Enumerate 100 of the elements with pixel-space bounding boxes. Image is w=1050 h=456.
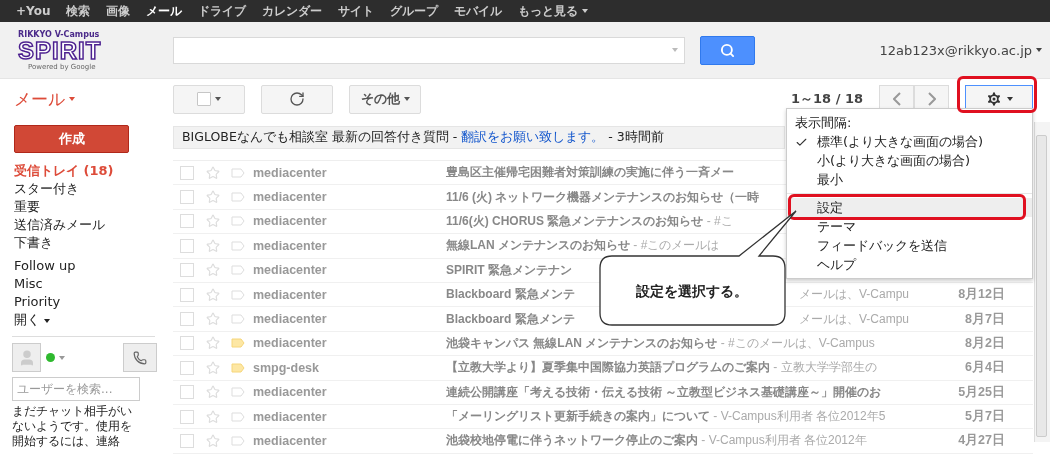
- star-icon[interactable]: [206, 238, 220, 253]
- nav-link[interactable]: サイト: [330, 2, 383, 20]
- star-icon[interactable]: [206, 385, 220, 400]
- sender-text: mediacenter: [253, 287, 328, 302]
- label-link[interactable]: Priority: [14, 293, 157, 311]
- row-checkbox[interactable]: [180, 336, 194, 351]
- search-field[interactable]: [173, 36, 685, 64]
- star-icon[interactable]: [206, 190, 220, 205]
- row-checkbox[interactable]: [180, 434, 194, 448]
- menu-item[interactable]: 標準(より大きな画面の場合): [787, 132, 1032, 151]
- scrollbar-thumb[interactable]: [1036, 135, 1047, 437]
- message-row[interactable]: mediacenter 池袋キャンパス 無線LAN メンテナンスのお知らせ - #このメールは、V-Campus 8月2日: [173, 331, 1033, 357]
- menu-item[interactable]: 設定: [787, 198, 1032, 217]
- label-icon[interactable]: [231, 265, 245, 276]
- folder-link[interactable]: 下書き: [14, 234, 157, 252]
- compose-button[interactable]: 作成: [14, 125, 129, 153]
- sender-text: mediacenter: [253, 214, 328, 229]
- star-icon[interactable]: [206, 312, 220, 327]
- snippet-text: - 立教大学学部生の: [772, 359, 877, 377]
- label-icon[interactable]: [231, 387, 245, 398]
- star-icon[interactable]: [206, 360, 220, 375]
- date-text: 5月25日: [957, 383, 1006, 401]
- row-checkbox[interactable]: [180, 190, 194, 205]
- account-menu[interactable]: 12ab123x@rikkyo.ac.jp: [879, 42, 1042, 58]
- label-icon[interactable]: [231, 362, 245, 373]
- nav-link[interactable]: +You: [8, 4, 59, 18]
- folder-link[interactable]: 重要: [14, 198, 157, 216]
- nav-link[interactable]: もっと見る: [510, 2, 597, 20]
- phone-button[interactable]: [123, 343, 157, 372]
- subject-text: 池袋キャンパス 無線LAN メンテナンスのお知らせ: [446, 334, 718, 352]
- folder-link[interactable]: 受信トレイ (18): [14, 162, 157, 180]
- avatar-button[interactable]: [12, 343, 41, 372]
- label-icon[interactable]: [231, 338, 245, 349]
- nav-link[interactable]: グループ: [382, 2, 447, 20]
- sender-text: mediacenter: [253, 238, 328, 253]
- row-checkbox[interactable]: [180, 312, 194, 327]
- search-button[interactable]: [700, 35, 755, 65]
- snippet-text: - #このメールは: [632, 237, 720, 255]
- message-row[interactable]: mediacenter 連続公開講座「考える技術・伝える技術 ～立教型ビジネス基礎講座～」開催のお 5月25日: [173, 380, 1033, 405]
- logo-text: SPIRIT: [18, 38, 102, 63]
- sender-text: mediacenter: [253, 336, 328, 351]
- label-icon[interactable]: [231, 314, 245, 325]
- mail-menu[interactable]: メール: [0, 79, 157, 119]
- row-checkbox[interactable]: [180, 385, 194, 400]
- sender-text: mediacenter: [253, 434, 328, 448]
- callout-text: 設定を選択する。: [635, 283, 749, 301]
- more-labels-link[interactable]: 開く: [14, 311, 157, 329]
- row-checkbox[interactable]: [180, 165, 194, 180]
- star-icon[interactable]: [206, 336, 220, 351]
- star-icon[interactable]: [206, 287, 220, 302]
- folder-link[interactable]: スター付き: [14, 180, 157, 198]
- label-icon[interactable]: [231, 167, 245, 178]
- row-checkbox[interactable]: [180, 409, 194, 424]
- nav-link[interactable]: メール: [138, 2, 191, 20]
- label-link[interactable]: Misc: [14, 275, 157, 293]
- status-button[interactable]: [46, 353, 65, 362]
- message-row[interactable]: smpg-desk 【立教大学より】夏季集中国際協力英語プログラムのご案内 - 立教大学学部生の 6月4日: [173, 356, 1033, 381]
- refresh-button[interactable]: [261, 84, 333, 114]
- chevron-right-icon: [927, 92, 936, 106]
- date-text: 8月12日: [957, 286, 1006, 304]
- date-text: 5月7日: [964, 408, 1006, 426]
- row-checkbox[interactable]: [180, 238, 194, 253]
- more-button[interactable]: その他: [349, 84, 421, 114]
- folder-link[interactable]: 送信済みメール: [14, 216, 157, 234]
- nav-link[interactable]: ドライブ: [190, 2, 255, 20]
- row-checkbox[interactable]: [180, 214, 194, 229]
- star-icon[interactable]: [206, 165, 220, 180]
- select-button[interactable]: [173, 84, 245, 114]
- nav-link[interactable]: 画像: [98, 2, 139, 20]
- label-icon[interactable]: [231, 240, 245, 251]
- subject-text: Blackboard 緊急メンテ: [446, 286, 575, 304]
- snippet-text: - #こ: [705, 212, 733, 230]
- menu-item[interactable]: テーマ: [787, 217, 1032, 236]
- nav-link[interactable]: 検索: [58, 2, 99, 20]
- date-text: 8月7日: [964, 310, 1006, 328]
- row-checkbox[interactable]: [180, 360, 194, 375]
- star-icon[interactable]: [206, 263, 220, 278]
- label-icon[interactable]: [231, 436, 245, 446]
- message-row[interactable]: mediacenter 「メーリングリスト更新手続きの案内」について - V-Campus利用者 各位2012年5 5月7日: [173, 404, 1033, 430]
- label-icon[interactable]: [231, 216, 245, 227]
- star-icon[interactable]: [206, 434, 220, 448]
- nav-link[interactable]: カレンダー: [254, 2, 331, 20]
- row-checkbox[interactable]: [180, 287, 194, 302]
- chat-search-field[interactable]: ユーザーを検索...: [12, 377, 140, 401]
- star-icon[interactable]: [206, 214, 220, 229]
- menu-item[interactable]: フィードバックを送信: [787, 236, 1032, 255]
- snippet-text: メールは、V-Campu: [798, 286, 909, 304]
- nav-link[interactable]: モバイル: [446, 2, 511, 20]
- star-icon[interactable]: [206, 409, 220, 424]
- ad-link[interactable]: 翻訳をお願い致します。: [461, 129, 605, 146]
- label-icon[interactable]: [231, 289, 245, 300]
- label-icon[interactable]: [231, 411, 245, 422]
- label-link[interactable]: Follow up: [14, 257, 157, 275]
- pagination-text: 1～18 / 18: [790, 90, 863, 108]
- message-row[interactable]: mediacenter 池袋校地停電に伴うネットワーク停止のご案内 - V-Campus利用者 各位2012年 4月27日: [173, 429, 1033, 454]
- date-text: 8月2日: [964, 334, 1006, 352]
- label-icon[interactable]: [231, 192, 245, 203]
- row-checkbox[interactable]: [180, 263, 194, 278]
- subject-text: 11/6(火) CHORUS 緊急メンテナンスのお知らせ: [446, 212, 704, 230]
- subject-text: 【立教大学より】夏季集中国際協力英語プログラムのご案内: [446, 359, 770, 377]
